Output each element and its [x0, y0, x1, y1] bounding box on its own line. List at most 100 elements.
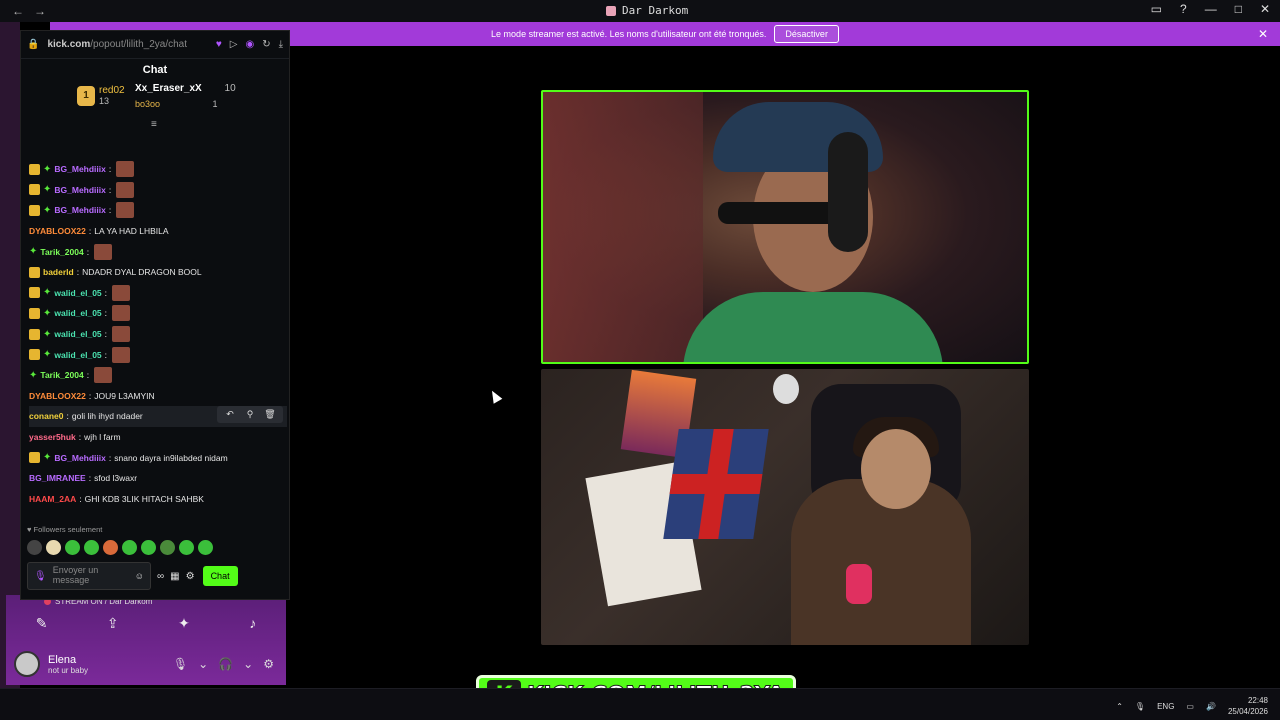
settings-gear-icon[interactable]: ⚙ — [263, 657, 274, 671]
chat-message[interactable]: ✦ BG_Mehdiiix: — [29, 200, 287, 221]
back-button[interactable]: ← — [12, 4, 24, 18]
leader-1[interactable]: 1 red02 13 — [77, 85, 125, 106]
minimize-button[interactable]: — — [1205, 2, 1217, 16]
chat-username[interactable]: HAAM_2AA — [29, 494, 76, 504]
chat-username[interactable]: BG_Mehdiiix — [54, 164, 105, 174]
chat-message[interactable]: ✦ walid_el_05: — [29, 303, 287, 324]
emote-button[interactable] — [160, 540, 175, 555]
chevron-up-icon[interactable]: ⌃ — [1116, 702, 1123, 711]
store-icon[interactable]: ▦ — [170, 571, 179, 582]
leader-2[interactable]: Xx_Eraser_xX 10 — [135, 83, 236, 94]
forward-button[interactable]: → — [34, 4, 46, 18]
chat-message[interactable]: conane0: goli lih ihyd ndader ↶ ⚲ 🗑 — [29, 406, 287, 427]
chat-message-text: NDADR DYAL DRAGON BOOL — [82, 267, 202, 278]
chat-username[interactable]: walid_el_05 — [54, 350, 101, 360]
help-icon[interactable]: ? — [1180, 2, 1187, 16]
screen-share-icon[interactable]: ⇪ — [107, 615, 119, 632]
chat-message[interactable]: DYABLOOX22: LA YA HAD LHBILA — [29, 221, 287, 242]
delete-icon[interactable]: 🗑 — [261, 409, 279, 420]
emoji-icon[interactable]: ☺ — [135, 571, 144, 581]
volume-icon[interactable]: 🔊 — [1206, 702, 1216, 711]
close-button[interactable]: ✕ — [1260, 2, 1270, 16]
chat-message[interactable]: ✦ walid_el_05: — [29, 283, 287, 304]
headphones-icon[interactable]: 🎧 — [218, 657, 233, 671]
download-icon[interactable]: ⤓ — [279, 39, 283, 50]
leaderboard-collapse-icon[interactable]: ≡ — [151, 119, 157, 130]
chat-message[interactable]: baderld: NDADR DYAL DRAGON BOOL — [29, 262, 287, 283]
uk-flag — [663, 429, 769, 539]
chat-username[interactable]: yasser5huk — [29, 432, 76, 442]
soundboard-icon[interactable]: ♪ — [249, 615, 256, 632]
chat-message[interactable]: yasser5huk: wjh l farm — [29, 427, 287, 448]
emote-button[interactable] — [84, 540, 99, 555]
chevron-down-icon[interactable]: ⌄ — [243, 657, 253, 671]
leader-3[interactable]: bo3oo 1 — [135, 99, 218, 109]
language-indicator[interactable]: ENG — [1157, 702, 1174, 711]
emote-button[interactable] — [122, 540, 137, 555]
play-icon[interactable]: ▷ — [230, 39, 238, 50]
emote-button[interactable] — [27, 540, 42, 555]
chat-username[interactable]: BG_Mehdiiix — [54, 205, 105, 215]
infinity-icon[interactable]: ∞ — [157, 571, 164, 582]
emote-button[interactable] — [46, 540, 61, 555]
display-icon[interactable]: ▭ — [1186, 702, 1194, 711]
clock[interactable]: 22:48 25/04/2026 — [1228, 695, 1268, 717]
vip-badge-icon: ✦ — [29, 369, 38, 381]
emote-button[interactable] — [198, 540, 213, 555]
emote-button[interactable] — [103, 540, 118, 555]
banner-close-icon[interactable]: ✕ — [1258, 27, 1268, 41]
camera-off-icon[interactable]: ✎ — [36, 615, 48, 632]
chat-username[interactable]: walid_el_05 — [54, 329, 101, 339]
activities-icon[interactable]: ✦ — [178, 615, 190, 632]
chat-message[interactable]: ✦ BG_Mehdiiix: snano dayra in9ilabded nida… — [29, 447, 287, 468]
inbox-icon[interactable]: ▭ — [1151, 2, 1162, 16]
microphone-icon[interactable]: 🎙 — [34, 571, 47, 582]
chat-separator: : — [104, 308, 108, 319]
chat-message[interactable]: ✦ BG_Mehdiiix: — [29, 180, 287, 201]
chat-message-list[interactable]: ✦ BG_Mehdiiix: ✦ BG_Mehdiiix: ✦ BG_Mehdiiix: D… — [29, 159, 287, 521]
url-text[interactable]: kick.com/popout/lilith_2ya/chat — [47, 39, 207, 50]
chat-username[interactable]: BG_Mehdiiix — [54, 453, 105, 463]
chat-message[interactable]: ✦ Tarik_2004: — [29, 365, 287, 386]
disable-streamer-mode-button[interactable]: Désactiver — [774, 25, 839, 43]
chat-username[interactable]: walid_el_05 — [54, 288, 101, 298]
stream-actions: ✎ ⇪ ✦ ♪ — [6, 615, 286, 632]
send-chat-button[interactable]: Chat — [202, 566, 238, 586]
sync-icon[interactable]: ↻ — [262, 39, 270, 50]
emote-button[interactable] — [141, 540, 156, 555]
chat-username[interactable]: conane0 — [29, 411, 64, 421]
chat-username[interactable]: baderld — [43, 267, 74, 277]
chat-username[interactable]: walid_el_05 — [54, 308, 101, 318]
chat-message[interactable]: DYABLOOX22: JOU9 L3AMYIN — [29, 386, 287, 407]
chat-message-text: goli lih ihyd ndader — [71, 411, 143, 422]
microphone-icon[interactable]: 🎙 — [173, 657, 188, 671]
reply-icon[interactable]: ↶ — [221, 409, 239, 420]
chat-username[interactable]: DYABLOOX22 — [29, 391, 86, 401]
chat-username[interactable]: DYABLOOX22 — [29, 226, 86, 236]
chat-message[interactable]: ✦ walid_el_05: — [29, 324, 287, 345]
discord-server-sidebar — [0, 22, 20, 692]
emote-button[interactable] — [65, 540, 80, 555]
chat-separator: : — [88, 390, 92, 401]
chat-username[interactable]: Tarik_2004 — [40, 370, 83, 380]
chat-message[interactable]: HAAM_2AA: GHI KDB 3LIK HITACH SAHBK — [29, 489, 287, 510]
avatar[interactable] — [14, 651, 40, 677]
chat-message[interactable]: ✦ Tarik_2004: — [29, 241, 287, 262]
system-tray: ⌃ 🎙 ENG ▭ 🔊 22:48 25/04/2026 — [1116, 695, 1268, 717]
chat-message[interactable]: ✦ BG_Mehdiiix: — [29, 159, 287, 180]
chat-message[interactable]: BG_IMRANEE: sfod l3waxr — [29, 468, 287, 489]
chevron-down-icon[interactable]: ⌄ — [198, 657, 208, 671]
chat-message[interactable]: ✦ walid_el_05: — [29, 344, 287, 365]
settings-gear-icon[interactable]: ⚙ — [186, 571, 195, 582]
microphone-icon[interactable]: 🎙 — [1135, 702, 1145, 711]
emote-button[interactable] — [179, 540, 194, 555]
chat-username[interactable]: Tarik_2004 — [40, 247, 83, 257]
chat-username[interactable]: BG_IMRANEE — [29, 473, 86, 483]
audio-icon[interactable]: ◉ — [245, 39, 254, 50]
pin-icon[interactable]: ⚲ — [241, 409, 259, 420]
maximize-button[interactable]: □ — [1235, 2, 1242, 16]
streamer-camera-feed — [541, 369, 1029, 645]
chat-username[interactable]: BG_Mehdiiix — [54, 185, 105, 195]
extension-icon[interactable]: ♥ — [216, 39, 222, 50]
chat-input[interactable]: 🎙 Envoyer un message ☺ — [27, 562, 151, 590]
